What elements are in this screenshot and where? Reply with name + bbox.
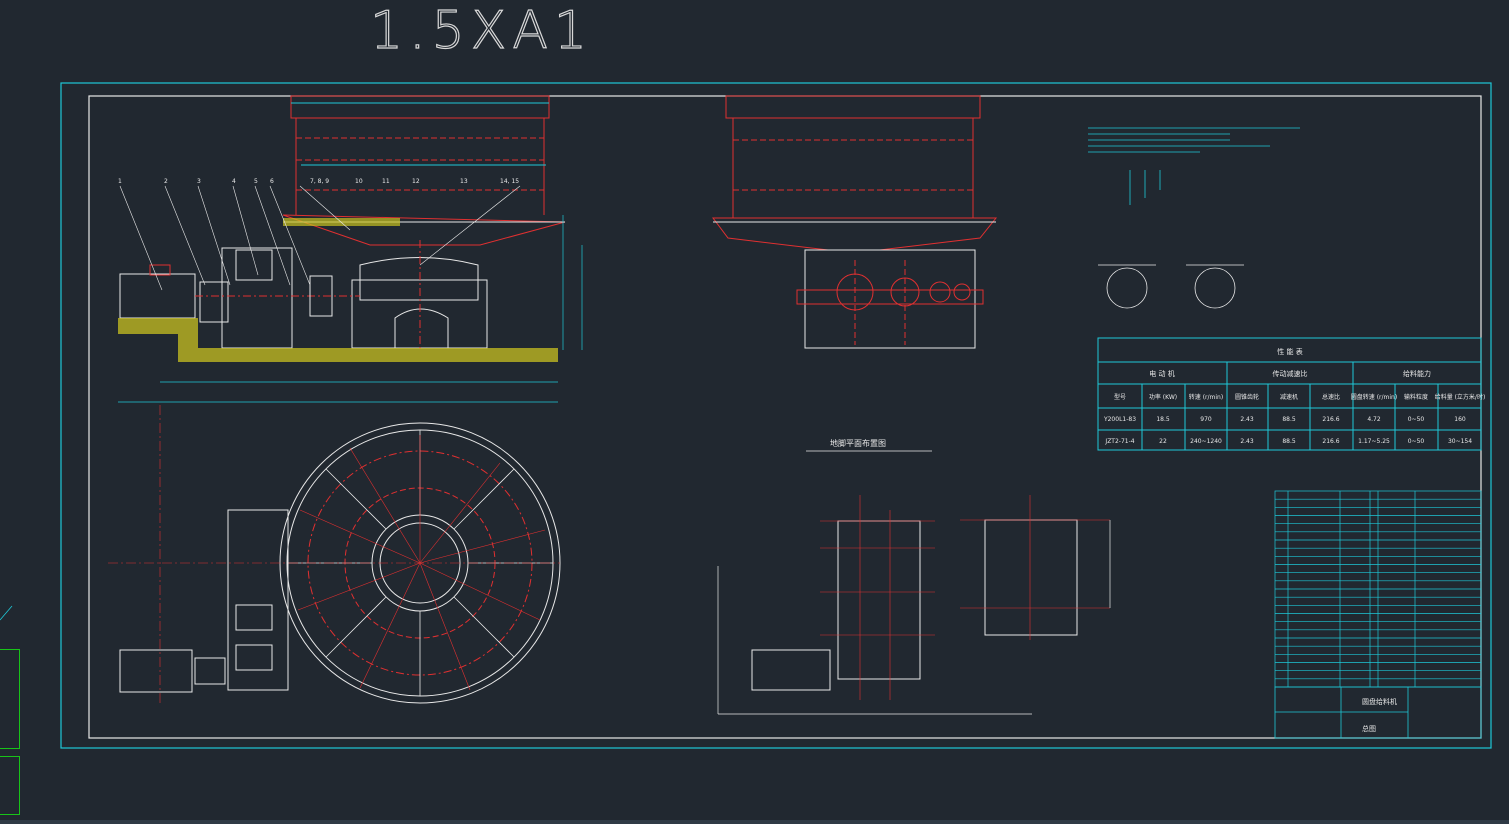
left-edge-mark: [0, 605, 13, 621]
callout-label: 3: [197, 178, 201, 185]
callout-label: 12: [412, 178, 420, 185]
foundation-plan: 地脚平面布置图: [717, 438, 1111, 715]
column-header: 圆锥齿轮: [1235, 393, 1259, 401]
group-header-ratio: 传动减速比: [1273, 369, 1308, 378]
table-cell: 240~1240: [1190, 438, 1222, 445]
elevation-callouts: 1 2 3 4 5 6 7, 8, 9 10 11 12 13 14, 15: [118, 178, 519, 185]
table-cell: 1.17~5.25: [1358, 438, 1390, 445]
column-header: 总速比: [1322, 393, 1340, 401]
table-cell: 0~50: [1408, 416, 1425, 423]
callout-label: 11: [382, 178, 390, 185]
spec-table: 性 能 表 电 动 机 传动减速比 给料能力 型号 功率 (KW) 转速 (r/…: [1097, 337, 1486, 451]
layout-tab-box-1[interactable]: [0, 649, 20, 749]
column-header: 给料量 (立方米/时): [1435, 393, 1486, 401]
table-cell: 22: [1159, 438, 1167, 445]
table-cell: 2.43: [1240, 416, 1254, 423]
drawing-big-title: 1.5XA1: [370, 1, 593, 61]
parts-list: [1274, 490, 1482, 688]
table-cell: Y200L1-83: [1103, 416, 1136, 423]
table-cell: 88.5: [1282, 438, 1296, 445]
callout-label: 2: [164, 178, 168, 185]
cad-drawing-canvas: 1.5XA1 1 2 3 4 5 6 7, 8, 9 10 11 12 13 1…: [0, 0, 1509, 824]
foundation-plan-title: 地脚平面布置图: [830, 438, 886, 448]
callout-label: 5: [254, 178, 258, 185]
column-header: 型号: [1114, 393, 1126, 401]
table-cell: JZT2-71-4: [1104, 438, 1134, 445]
table-cell: 0~50: [1408, 438, 1425, 445]
table-cell: 18.5: [1156, 416, 1170, 423]
callout-label: 6: [270, 178, 274, 185]
table-cell: 216.6: [1322, 438, 1339, 445]
table-cell: 4.72: [1367, 416, 1381, 423]
spec-table-title: 性 能 表: [1277, 347, 1302, 356]
column-header: 功率 (KW): [1149, 393, 1177, 401]
callout-label: 1: [118, 178, 122, 185]
callout-label: 13: [460, 178, 468, 185]
layout-tab-box-2[interactable]: [0, 756, 20, 815]
front-elevation-view: [118, 95, 583, 403]
group-header-capacity: 给料能力: [1403, 369, 1431, 378]
column-header: 输料粒度: [1404, 393, 1428, 401]
title-block-type: 总图: [1362, 724, 1376, 733]
table-cell: 216.6: [1322, 416, 1339, 423]
column-header: 减速机: [1280, 393, 1298, 401]
callout-label: 14, 15: [500, 178, 519, 185]
column-header: 转速 (r/min): [1189, 393, 1223, 401]
callout-label: 4: [232, 178, 236, 185]
table-cell: 160: [1454, 416, 1466, 423]
plan-view: [108, 405, 561, 705]
callout-label: 7, 8, 9: [310, 178, 329, 185]
table-cell: 2.43: [1240, 438, 1254, 445]
title-block: 圆盘给料机 总图: [1274, 686, 1482, 739]
inner-frame: [88, 95, 1482, 739]
technical-notes: [1088, 127, 1300, 309]
callout-label: 10: [355, 178, 363, 185]
table-cell: 88.5: [1282, 416, 1296, 423]
table-cell: 30~154: [1448, 438, 1472, 445]
outer-frame: [60, 82, 1492, 749]
side-elevation-view: [712, 95, 998, 349]
title-block-name: 圆盘给料机: [1362, 697, 1397, 706]
group-header-motor: 电 动 机: [1149, 369, 1174, 378]
table-cell: 970: [1200, 416, 1212, 423]
column-header: 圆盘转速 (r/min): [1351, 393, 1397, 401]
